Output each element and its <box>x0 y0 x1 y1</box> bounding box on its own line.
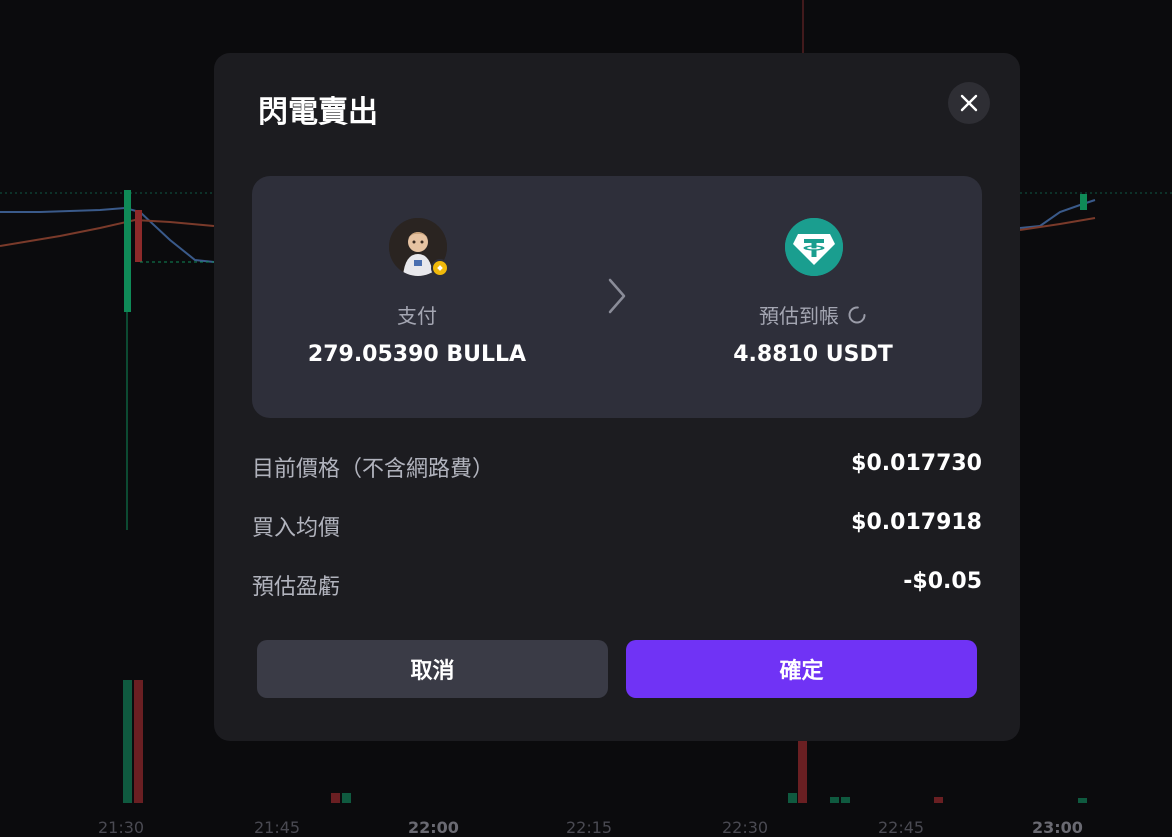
time-tick: 22:00 <box>408 818 459 837</box>
estimate-label-row: 預估到帳 <box>648 300 978 329</box>
time-axis: 21:30 21:45 22:00 22:15 22:30 22:45 23:0… <box>0 812 1172 837</box>
current-price-label: 目前價格（不含網路費） <box>252 457 495 482</box>
estimated-pnl-label: 預估盈虧 <box>252 575 341 600</box>
pay-amount: 279.05390 BULLA <box>307 342 527 367</box>
bnb-chain-badge-icon <box>431 259 449 277</box>
avg-buy-price-value: $0.017918 <box>851 510 982 535</box>
time-tick: 22:45 <box>878 818 925 837</box>
flash-sell-dialog: 閃電賣出 支付 279.05390 BULLA 預估到帳 4.8810 USDT… <box>214 53 1020 741</box>
avg-buy-price-row: 買入均價 $0.017918 <box>252 510 982 541</box>
swap-summary-card: 支付 279.05390 BULLA 預估到帳 4.8810 USDT <box>252 176 982 418</box>
close-icon <box>960 94 978 112</box>
time-tick: 21:45 <box>254 818 301 837</box>
estimate-section: 預估到帳 4.8810 USDT <box>648 176 978 418</box>
time-tick: 23:00 <box>1032 818 1083 837</box>
time-tick: 21:30 <box>98 818 145 837</box>
time-tick: 22:15 <box>566 818 613 837</box>
usdt-icon <box>785 218 843 276</box>
chevron-right-icon <box>608 278 626 314</box>
current-price-row: 目前價格（不含網路費） $0.017730 <box>252 451 982 482</box>
pay-label: 支付 <box>397 304 437 328</box>
estimate-label: 預估到帳 <box>759 304 839 328</box>
current-price-value: $0.017730 <box>851 451 982 476</box>
dialog-title: 閃電賣出 <box>258 95 378 130</box>
estimated-pnl-row: 預估盈虧 -$0.05 <box>252 569 982 600</box>
spinner-icon <box>848 306 866 324</box>
estimated-pnl-value: -$0.05 <box>903 569 982 594</box>
close-button[interactable] <box>948 82 990 124</box>
avg-buy-price-label: 買入均價 <box>252 516 341 541</box>
cancel-button[interactable]: 取消 <box>257 640 608 698</box>
confirm-button[interactable]: 確定 <box>626 640 977 698</box>
estimate-amount: 4.8810 USDT <box>733 342 893 367</box>
pay-section: 支付 279.05390 BULLA <box>252 176 582 418</box>
time-tick: 22:30 <box>722 818 769 837</box>
